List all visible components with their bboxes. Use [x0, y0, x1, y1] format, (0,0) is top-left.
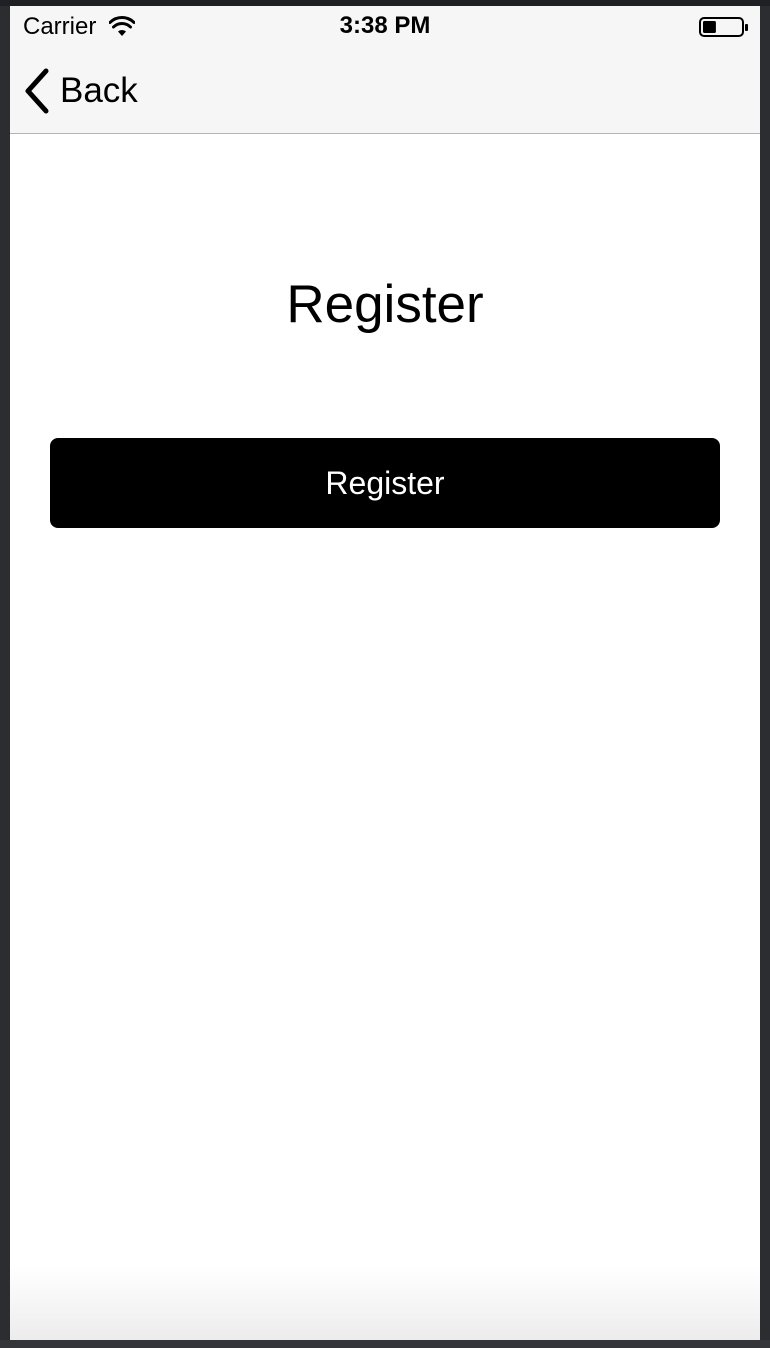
page-title: Register: [286, 275, 484, 334]
bottom-shade: [10, 1266, 760, 1340]
chevron-left-icon: [25, 68, 49, 114]
status-bar: Carrier 3:38 PM: [10, 6, 760, 46]
battery-icon: [699, 17, 748, 37]
back-button[interactable]: Back: [22, 66, 138, 116]
navigation-bar: Back: [10, 46, 760, 134]
register-button[interactable]: Register: [50, 438, 720, 528]
phone-screen: Carrier 3:38 PM Back Register Register: [10, 6, 760, 1340]
device-frame-bottom: [0, 1340, 770, 1348]
clock: 3:38 PM: [339, 12, 431, 39]
back-label: Back: [60, 71, 138, 110]
